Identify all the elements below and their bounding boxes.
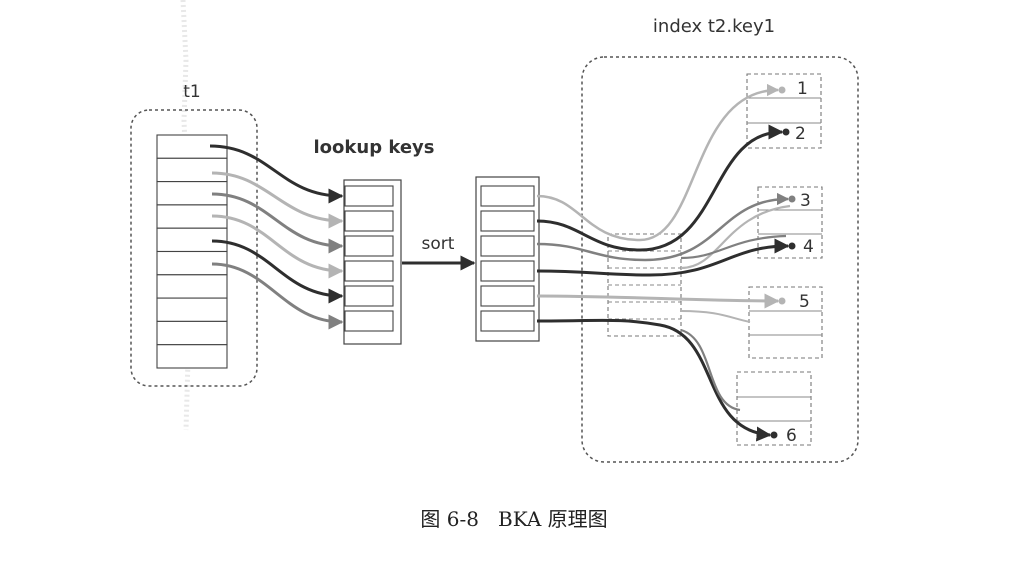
sorted-key-slot bbox=[480, 210, 535, 232]
index-arrow-5b bbox=[680, 310, 751, 323]
t1-label: t1 bbox=[183, 82, 200, 102]
sorted-key-slot bbox=[480, 285, 535, 307]
key-dot-3 bbox=[788, 195, 796, 203]
key-dot-1 bbox=[778, 86, 786, 94]
key-label-6: 6 bbox=[786, 426, 797, 446]
sorted-to-index-arrows bbox=[536, 83, 791, 442]
lookup-keys-label: lookup keys bbox=[314, 137, 435, 158]
figure-caption: 图 6-8 BKA 原理图 bbox=[420, 507, 607, 531]
bka-diagram: t1 lookup keys sort index t2.key1 1 2 3 … bbox=[130, 0, 859, 531]
sorted-key-slot bbox=[480, 185, 535, 207]
lookup-key-slot bbox=[344, 235, 394, 257]
leaf-page-3 bbox=[748, 286, 823, 359]
key-label-1: 1 bbox=[797, 79, 808, 99]
t1-row bbox=[156, 344, 228, 369]
key-label-3: 3 bbox=[800, 191, 811, 211]
key-dot-6 bbox=[770, 431, 778, 439]
t1-row bbox=[156, 297, 228, 322]
t1-row bbox=[156, 157, 228, 183]
index-arrow-6 bbox=[536, 318, 772, 442]
lookup-key-slot bbox=[344, 310, 394, 332]
key-label-4: 4 bbox=[803, 237, 814, 257]
sorted-key-slot bbox=[480, 235, 535, 257]
key-label-2: 2 bbox=[795, 124, 806, 144]
lookup-key-slot bbox=[344, 285, 394, 307]
leaf-key-labels: 1 2 3 4 5 6 bbox=[786, 79, 814, 446]
sorted-key-slot bbox=[480, 310, 535, 332]
lookup-key-slot bbox=[344, 185, 394, 207]
key-dot-5 bbox=[778, 297, 786, 305]
lookup-key-slot bbox=[344, 210, 394, 232]
index-label: index t2.key1 bbox=[653, 16, 775, 37]
t1-row bbox=[156, 274, 228, 299]
t1-to-lookup-arrows bbox=[209, 144, 344, 330]
key-dot-4 bbox=[788, 242, 796, 250]
leaf-key-dots bbox=[770, 86, 796, 439]
sorted-key-slot bbox=[480, 260, 535, 282]
key-label-5: 5 bbox=[799, 292, 810, 312]
index-arrow-4 bbox=[536, 238, 790, 277]
key-dot-2 bbox=[782, 128, 790, 136]
t1-row bbox=[156, 320, 228, 346]
sort-label: sort bbox=[422, 234, 455, 254]
index-arrow-1 bbox=[536, 83, 780, 242]
index-arrow-5 bbox=[536, 293, 780, 309]
t1-table bbox=[156, 134, 228, 369]
lookup-key-slot bbox=[344, 260, 394, 282]
